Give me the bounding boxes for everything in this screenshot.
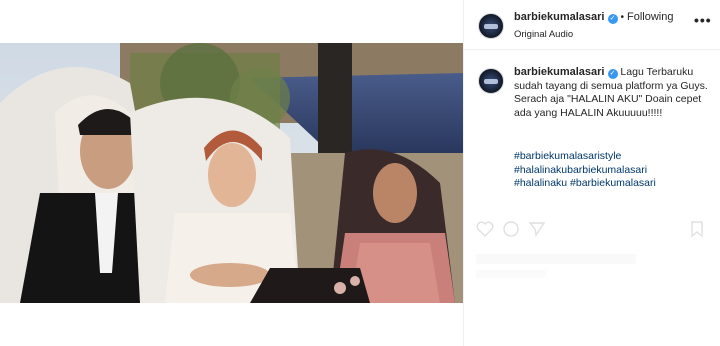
caption-verified-badge-icon: ✓	[607, 69, 618, 79]
header-line: barbiekumalasari ✓ • Following	[514, 11, 673, 24]
media-bottom-area	[0, 303, 463, 346]
sidebar-fade-overlay	[464, 206, 720, 346]
post-header: barbiekumalasari ✓ • Following Original Aud…	[464, 0, 720, 50]
verified-badge-icon: ✓	[607, 14, 618, 24]
post-container: barbiekumalasari ✓ • Following Original Aud…	[0, 0, 720, 346]
video-frame	[0, 43, 463, 303]
header-username[interactable]: barbiekumalasari	[514, 11, 605, 23]
post-sidebar: barbiekumalasari ✓ • Following Original Aud…	[463, 0, 720, 346]
hashtag-link[interactable]: #halalinaku #barbiekumalasari	[514, 177, 714, 191]
video-player[interactable]	[0, 43, 463, 303]
more-options-icon[interactable]: •••	[694, 12, 712, 28]
following-button[interactable]: Following	[627, 11, 673, 23]
hashtag-link[interactable]: #halalinakubarbiekumalasari	[514, 164, 714, 178]
hashtag-link[interactable]: #barbiekumalasaristyle	[514, 150, 714, 164]
separator-dot: •	[620, 12, 625, 23]
instagram-post-page: barbiekumalasari ✓ • Following Original Aud…	[0, 0, 720, 346]
original-audio-link[interactable]: Original Audio	[514, 29, 573, 40]
avatar[interactable]	[478, 13, 504, 39]
hashtag-list: #barbiekumalasaristyle #halalinakubarbie…	[514, 150, 714, 191]
caption-avatar[interactable]	[478, 68, 504, 94]
caption-username[interactable]: barbiekumalasari	[514, 66, 605, 78]
caption-text: barbiekumalasari ✓ Lagu Terbaruku sudah t…	[514, 66, 714, 120]
